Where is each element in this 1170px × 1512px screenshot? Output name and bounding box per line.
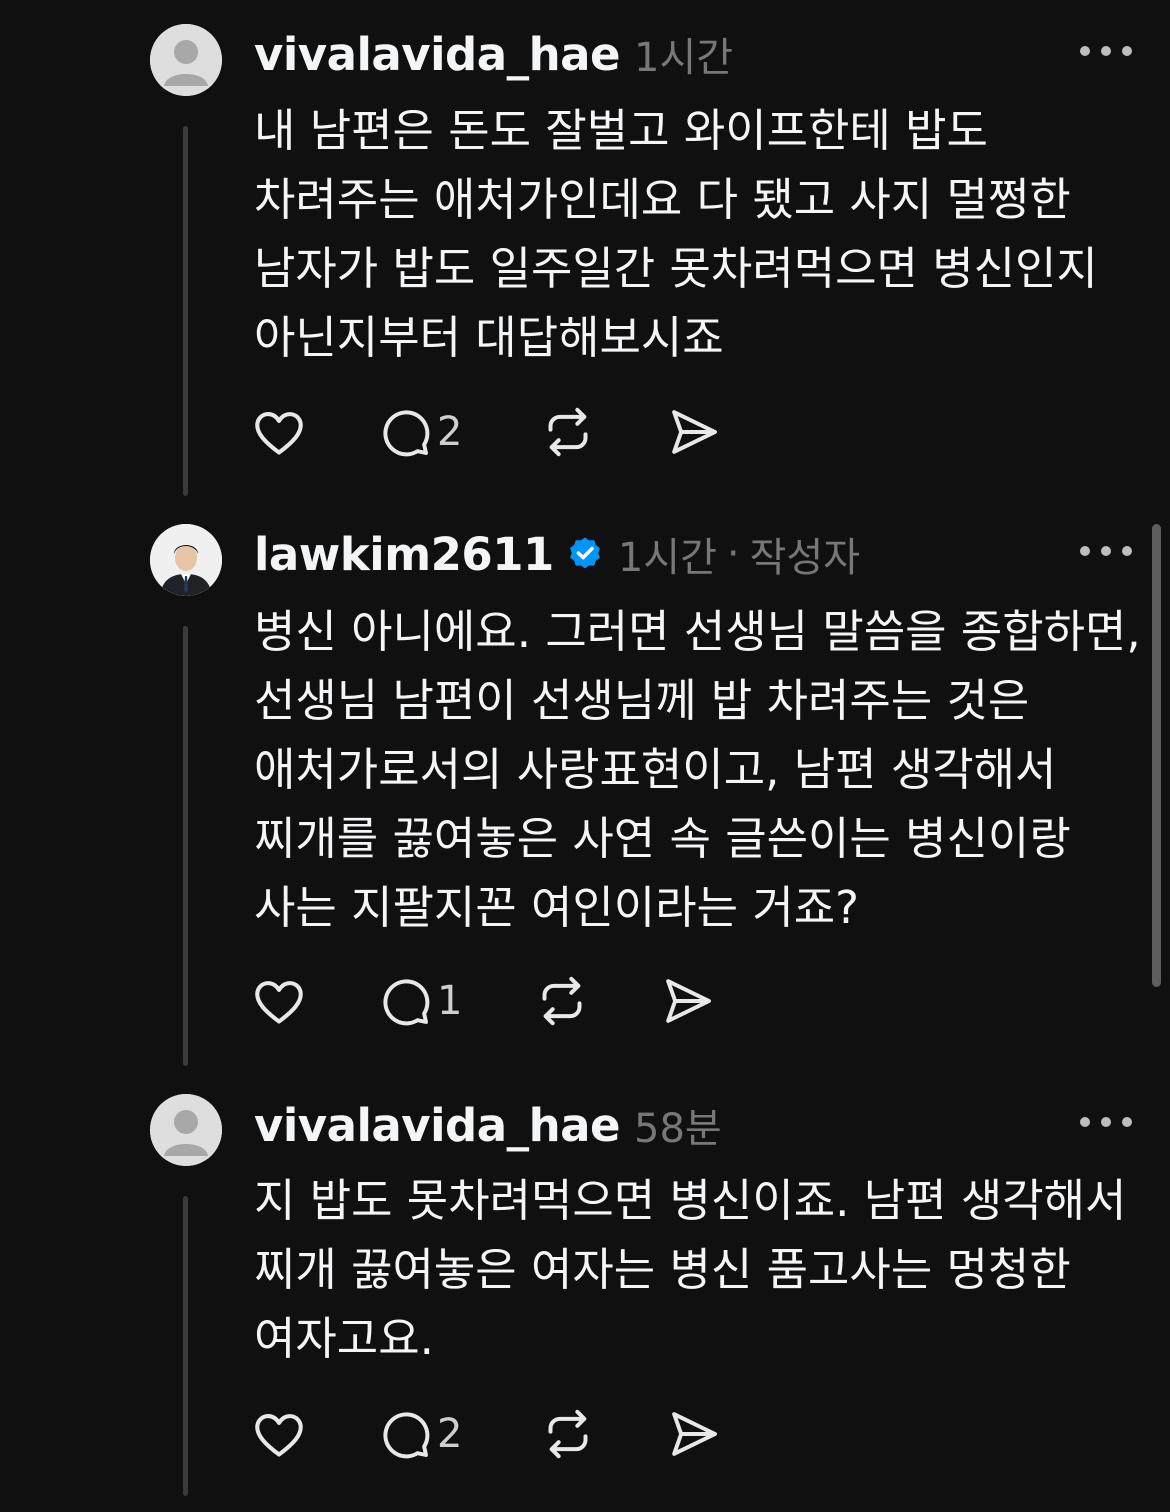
speech-bubble-icon xyxy=(383,410,430,457)
timestamp: 1시간 xyxy=(617,535,717,581)
share-button[interactable] xyxy=(666,1404,722,1464)
repost-button[interactable] xyxy=(540,402,596,462)
reply-button[interactable]: 1 xyxy=(377,971,462,1031)
profile-photo xyxy=(150,524,222,596)
scrollbar[interactable] xyxy=(1152,524,1161,987)
more-dots-icon[interactable] xyxy=(1080,541,1132,561)
comment-text: 내 남편은 돈도 잘벌고 와이프한테 밥도 차려주는 애처가인데요 다 됐고 사… xyxy=(254,104,1098,364)
speech-bubble-icon xyxy=(383,1412,430,1459)
send-icon xyxy=(672,1412,717,1456)
default-avatar-icon xyxy=(150,24,222,96)
share-button[interactable] xyxy=(660,971,716,1031)
post-header: vivalavida_hae 1시간 xyxy=(254,24,733,84)
reply-count: 2 xyxy=(437,409,463,455)
send-icon xyxy=(666,979,711,1023)
heart-icon xyxy=(255,981,303,1024)
comment-text: 병신 아니에요. 그러면 선생님 말씀을 종합하면, 선생님 남편이 선생님께 … xyxy=(254,605,1141,934)
thread-line xyxy=(183,626,188,1066)
speech-bubble-icon xyxy=(383,979,430,1026)
username[interactable]: vivalavida_hae xyxy=(254,1099,621,1152)
repost-button[interactable] xyxy=(540,1404,596,1464)
avatar[interactable] xyxy=(150,1094,222,1166)
separator: · xyxy=(726,531,740,577)
repost-icon xyxy=(548,1409,588,1459)
reply-button[interactable]: 2 xyxy=(377,1404,462,1464)
repost-icon xyxy=(548,407,588,457)
send-icon xyxy=(672,410,717,454)
reply-count: 2 xyxy=(437,1411,463,1457)
heart-icon xyxy=(255,412,303,455)
post-header: lawkim2611 1시간 · 작성자 xyxy=(254,524,860,584)
heart-icon xyxy=(255,1414,303,1457)
default-avatar-icon xyxy=(150,1094,222,1166)
author-badge: 작성자 xyxy=(749,535,861,581)
like-button[interactable] xyxy=(250,402,308,462)
repost-icon xyxy=(542,976,582,1026)
verified-badge-icon xyxy=(569,537,600,569)
avatar[interactable] xyxy=(150,24,222,96)
thread-line xyxy=(183,1196,188,1496)
reply-count: 1 xyxy=(437,978,463,1024)
thread-line xyxy=(183,126,188,496)
more-dots-icon[interactable] xyxy=(1080,41,1132,61)
timestamp: 58분 xyxy=(634,1106,722,1152)
like-button[interactable] xyxy=(250,1404,308,1464)
repost-button[interactable] xyxy=(534,971,590,1031)
username[interactable]: lawkim2611 xyxy=(254,528,554,581)
timestamp: 1시간 xyxy=(634,35,734,81)
comment-text: 지 밥도 못차려먹으면 병신이죠. 남편 생각해서 찌개 끓여놓은 여자는 병신… xyxy=(254,1174,1127,1365)
more-dots-icon[interactable] xyxy=(1080,1112,1132,1132)
like-button[interactable] xyxy=(250,971,308,1031)
post-header: vivalavida_hae 58분 xyxy=(254,1095,722,1155)
share-button[interactable] xyxy=(666,402,722,462)
username[interactable]: vivalavida_hae xyxy=(254,28,621,81)
reply-button[interactable]: 2 xyxy=(377,402,462,462)
avatar[interactable] xyxy=(150,524,222,596)
